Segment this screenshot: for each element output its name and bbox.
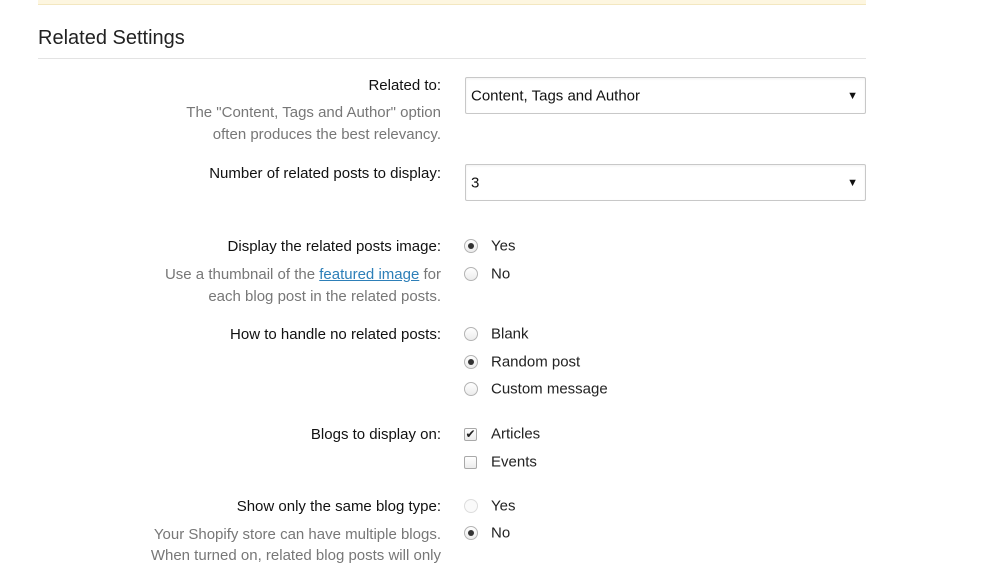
display-image-help-line-2: each blog post in the related posts. [208, 288, 441, 305]
no-related-random-radio[interactable] [464, 355, 478, 369]
related-to-help-line-1: The "Content, Tags and Author" option [186, 104, 441, 121]
blogs-display-label: Blogs to display on: [310, 426, 441, 443]
same-blog-type-no-radio[interactable] [464, 526, 478, 540]
same-blog-type-help-line-2: When turned on, related blog posts will … [150, 547, 441, 564]
same-blog-type-label: Show only the same blog type: [236, 498, 441, 515]
related-to-help-line-2: often produces the best relevancy. [212, 126, 441, 143]
related-to-label: Related to: [368, 77, 441, 94]
display-image-yes-radio[interactable] [464, 239, 478, 253]
blogs-events-option[interactable]: Events [464, 453, 537, 471]
display-image-yes-option[interactable]: Yes [464, 237, 515, 255]
num-posts-selected-value: 3 [471, 174, 480, 191]
display-image-no-option[interactable]: No [464, 265, 510, 283]
no-related-label: How to handle no related posts: [230, 326, 441, 343]
articles-checkbox[interactable]: ✔ [464, 427, 477, 441]
no-related-custom-radio[interactable] [464, 382, 478, 396]
notice-banner [38, 0, 866, 5]
same-blog-type-yes-option[interactable]: Yes [464, 497, 515, 515]
related-to-selected-value: Content, Tags and Author [471, 87, 641, 104]
featured-image-link[interactable]: featured image [319, 266, 419, 283]
blogs-articles-option[interactable]: ✔ Articles [464, 425, 540, 443]
no-related-blank-radio[interactable] [464, 327, 478, 341]
same-blog-type-help-line-1: Your Shopify store can have multiple blo… [153, 526, 441, 543]
no-related-blank-option[interactable]: Blank [464, 325, 529, 343]
related-to-select[interactable]: Content, Tags and Author ▼ [465, 77, 866, 114]
events-checkbox[interactable] [464, 455, 477, 469]
no-related-random-option[interactable]: Random post [464, 353, 580, 371]
num-posts-label: Number of related posts to display: [209, 165, 441, 182]
display-image-label: Display the related posts image: [227, 238, 441, 255]
display-image-no-radio[interactable] [464, 267, 478, 281]
num-posts-select[interactable]: 3 ▼ [465, 164, 866, 201]
section-title: Related Settings [38, 27, 185, 49]
same-blog-type-yes-radio[interactable] [464, 499, 478, 513]
chevron-down-icon: ▼ [847, 89, 858, 102]
chevron-down-icon: ▼ [847, 176, 858, 189]
section-divider [38, 58, 866, 59]
same-blog-type-no-option[interactable]: No [464, 524, 510, 542]
no-related-custom-option[interactable]: Custom message [464, 380, 608, 398]
display-image-help-line-1: Use a thumbnail of the featured image fo… [164, 266, 441, 283]
